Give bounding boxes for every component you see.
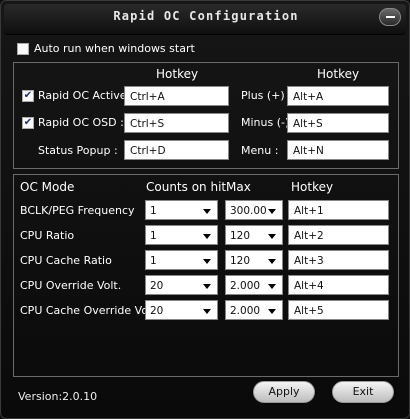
oc-mode-label-cpu-cache-ratio: CPU Cache Ratio bbox=[20, 254, 112, 267]
max-select-cpu-cache-override-volt[interactable]: 2.000 bbox=[225, 300, 283, 320]
autorun-checkbox[interactable] bbox=[17, 43, 29, 55]
status-popup-hotkey-input[interactable]: Ctrl+D bbox=[124, 140, 229, 160]
version-label: Version:2.0.10 bbox=[18, 390, 98, 403]
counts-select-bclk[interactable]: 1 bbox=[145, 200, 218, 220]
counts-value: 1 bbox=[150, 205, 157, 217]
oc-hotkey-input-cpu-cache-ratio[interactable]: Alt+3 bbox=[288, 250, 389, 270]
chevron-down-icon bbox=[203, 309, 211, 314]
menu-hotkey-input[interactable]: Alt+N bbox=[287, 140, 389, 160]
oc-hotkey-input-cpu-cache-override-volt[interactable]: Alt+5 bbox=[288, 300, 389, 320]
counts-value: 1 bbox=[150, 230, 157, 242]
oc-mode-label-cpu-override-volt: CPU Override Volt. bbox=[20, 279, 122, 292]
max-value: 2.000 bbox=[230, 305, 261, 317]
counts-select-cpu-cache-override-volt[interactable]: 20 bbox=[145, 300, 218, 320]
minimize-icon bbox=[386, 16, 395, 18]
hotkey-header-right: Hotkey bbox=[317, 67, 360, 81]
hotkey-header-left: Hotkey bbox=[156, 67, 199, 81]
rapid-oc-active-label: Rapid OC Active : bbox=[38, 89, 134, 102]
status-popup-label: Status Popup : bbox=[38, 144, 118, 157]
max-value: 120 bbox=[230, 255, 251, 267]
max-value: 120 bbox=[230, 230, 251, 242]
rapid-oc-osd-checkbox[interactable]: ✔ bbox=[22, 117, 34, 129]
exit-button[interactable]: Exit bbox=[332, 381, 394, 403]
minimize-button[interactable] bbox=[379, 8, 401, 26]
max-select-cpu-ratio[interactable]: 120 bbox=[225, 225, 283, 245]
max-select-cpu-cache-ratio[interactable]: 120 bbox=[225, 250, 283, 270]
max-value: 2.000 bbox=[230, 280, 261, 292]
menu-label: Menu : bbox=[241, 144, 279, 157]
apply-button[interactable]: Apply bbox=[253, 381, 315, 403]
oc-hotkey-header: Hotkey bbox=[291, 180, 334, 194]
window-title: Rapid OC Configuration bbox=[113, 9, 299, 23]
rapid-oc-osd-label: Rapid OC OSD : bbox=[38, 116, 124, 129]
rapid-oc-window: Rapid OC Configuration Auto run when win… bbox=[0, 0, 410, 419]
oc-hotkey-input-bclk[interactable]: Alt+1 bbox=[288, 200, 389, 220]
counts-value: 20 bbox=[150, 280, 164, 292]
oc-mode-label-cpu-ratio: CPU Ratio bbox=[20, 229, 75, 242]
max-header: Max bbox=[226, 180, 251, 194]
chevron-down-icon bbox=[268, 309, 276, 314]
chevron-down-icon bbox=[268, 284, 276, 289]
plus-hotkey-input[interactable]: Alt+A bbox=[287, 86, 389, 106]
counts-value: 1 bbox=[150, 255, 157, 267]
chevron-down-icon bbox=[203, 284, 211, 289]
chevron-down-icon bbox=[203, 259, 211, 264]
rapid-oc-active-hotkey-input[interactable]: Ctrl+A bbox=[124, 86, 229, 106]
rapid-oc-osd-hotkey-input[interactable]: Ctrl+S bbox=[124, 113, 229, 133]
oc-mode-label-cpu-cache-override-volt: CPU Cache Override Volt. bbox=[20, 304, 159, 317]
chevron-down-icon bbox=[268, 234, 276, 239]
plus-label: Plus (+) : bbox=[241, 89, 292, 102]
counts-value: 20 bbox=[150, 305, 164, 317]
counts-select-cpu-cache-ratio[interactable]: 1 bbox=[145, 250, 218, 270]
autorun-label: Auto run when windows start bbox=[34, 42, 195, 55]
minus-hotkey-input[interactable]: Alt+S bbox=[287, 113, 389, 133]
chevron-down-icon bbox=[203, 234, 211, 239]
max-value: 300.00 bbox=[230, 205, 267, 217]
max-select-bclk[interactable]: 300.00 bbox=[225, 200, 283, 220]
oc-mode-label-bclk: BCLK/PEG Frequency bbox=[20, 204, 135, 217]
chevron-down-icon bbox=[268, 259, 276, 264]
counts-select-cpu-ratio[interactable]: 1 bbox=[145, 225, 218, 245]
chevron-down-icon bbox=[268, 209, 276, 214]
oc-hotkey-input-cpu-ratio[interactable]: Alt+2 bbox=[288, 225, 389, 245]
chevron-down-icon bbox=[203, 209, 211, 214]
oc-mode-header: OC Mode bbox=[20, 180, 75, 194]
oc-hotkey-input-cpu-override-volt[interactable]: Alt+4 bbox=[288, 275, 389, 295]
counts-select-cpu-override-volt[interactable]: 20 bbox=[145, 275, 218, 295]
rapid-oc-active-checkbox[interactable]: ✔ bbox=[22, 90, 34, 102]
max-select-cpu-override-volt[interactable]: 2.000 bbox=[225, 275, 283, 295]
counts-header: Counts on hit bbox=[146, 180, 227, 194]
